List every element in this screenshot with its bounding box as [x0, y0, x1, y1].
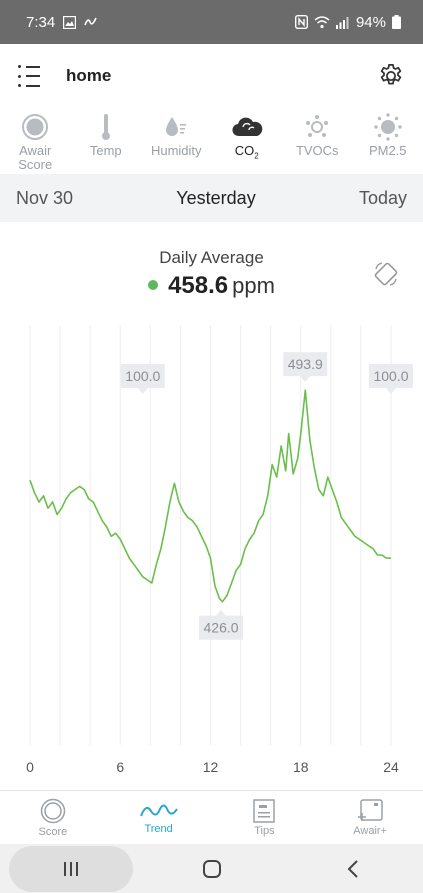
battery-icon [392, 15, 401, 29]
home-button[interactable] [150, 846, 274, 892]
current-date: Yesterday [176, 187, 256, 208]
status-bar: 7:34 94% [0, 0, 423, 44]
x-tick-label: 12 [203, 759, 219, 775]
app-bar: home [0, 44, 423, 108]
tab-humidity[interactable]: Humidity [141, 108, 212, 174]
chart-annotation-min: 426.0 [199, 609, 244, 640]
back-button[interactable] [291, 846, 415, 892]
nav-awair-plus[interactable]: Awair+ [317, 791, 423, 844]
nav-label: Tips [254, 824, 275, 837]
tab-tvocs[interactable]: TVOCs [282, 108, 353, 174]
nav-label: Awair+ [353, 824, 387, 837]
chart-annotation-max: 493.9 [283, 352, 328, 383]
tab-label: Temp [89, 143, 122, 158]
tab-label: Awair Score [18, 143, 53, 172]
tab-label: TVOCs [295, 143, 339, 158]
rotate-screen-button[interactable] [372, 260, 400, 288]
rotate-icon [374, 262, 398, 286]
status-dot [148, 280, 159, 290]
daily-average-value: 458.6 [168, 272, 229, 299]
activity-icon [84, 15, 98, 29]
settings-button[interactable] [377, 62, 405, 90]
signal-icon [335, 16, 350, 29]
cloud-icon [232, 117, 263, 137]
daily-average-title: Daily Average [159, 248, 264, 267]
tab-awair-score[interactable]: Awair Score [0, 108, 71, 174]
co2-trend-chart: 0 6 12 18 24 100.0 100.0 493.9 426.0 [26, 325, 413, 775]
status-time: 7:34 [26, 13, 56, 31]
back-icon [347, 859, 358, 878]
chart-annotation-marker-down: 100.0 [120, 364, 165, 394]
tab-co2[interactable]: CO2 [212, 108, 283, 174]
system-navigation-bar [0, 844, 423, 893]
thermometer-icon [101, 114, 110, 140]
page-title: home [66, 66, 112, 85]
annotation-label: 493.9 [288, 356, 323, 372]
date-navigation: Nov 30 Yesterday Today [0, 174, 423, 222]
menu-button[interactable] [18, 65, 40, 87]
tab-label: Humidity [150, 143, 202, 158]
pm25-icon [374, 113, 402, 141]
next-date-button[interactable]: Today [359, 188, 407, 209]
x-tick-label: 18 [293, 759, 309, 775]
nav-label: Score [38, 825, 68, 838]
sensor-tabs: Awair Score Temp Humidity CO2 TVOCs PM2.… [0, 108, 423, 174]
annotation-label: 100.0 [373, 368, 408, 384]
humidity-icon [166, 117, 187, 136]
x-tick-label: 24 [383, 759, 399, 775]
nav-label: Trend [144, 822, 173, 835]
score-icon [40, 798, 66, 823]
previous-date-button[interactable]: Nov 30 [16, 188, 73, 209]
daily-average-value-row: 458.6 ppm [0, 272, 423, 300]
home-icon [202, 859, 221, 878]
tvoc-icon [306, 115, 329, 137]
bottom-navigation: Score Trend Tips Awair+ [0, 790, 423, 844]
wifi-icon [314, 15, 330, 29]
recent-apps-icon [63, 861, 78, 876]
annotation-label: 100.0 [125, 368, 160, 384]
x-tick-label: 6 [116, 759, 124, 775]
tab-label: CO2 [234, 143, 259, 161]
awair-score-icon [22, 114, 49, 140]
tab-pm25[interactable]: PM2.5 [353, 108, 423, 174]
recent-apps-button[interactable] [8, 845, 133, 892]
daily-average-unit: ppm [232, 273, 275, 298]
trend-icon [139, 804, 178, 816]
x-tick-label: 0 [26, 759, 34, 775]
tips-icon [253, 798, 276, 823]
nav-trend[interactable]: Trend [106, 791, 212, 844]
chart-annotation-marker-down: 100.0 [369, 364, 413, 394]
tab-label: PM2.5 [368, 143, 407, 158]
gallery-icon [63, 15, 77, 29]
menu-icon [18, 65, 40, 68]
battery-percent: 94% [355, 13, 386, 31]
nfc-icon [294, 15, 308, 29]
nav-score[interactable]: Score [0, 791, 106, 844]
nav-tips[interactable]: Tips [212, 791, 318, 844]
tab-temp[interactable]: Temp [71, 108, 142, 174]
awair-plus-icon [358, 798, 383, 821]
gear-icon [380, 64, 402, 85]
annotation-label: 426.0 [204, 620, 239, 636]
